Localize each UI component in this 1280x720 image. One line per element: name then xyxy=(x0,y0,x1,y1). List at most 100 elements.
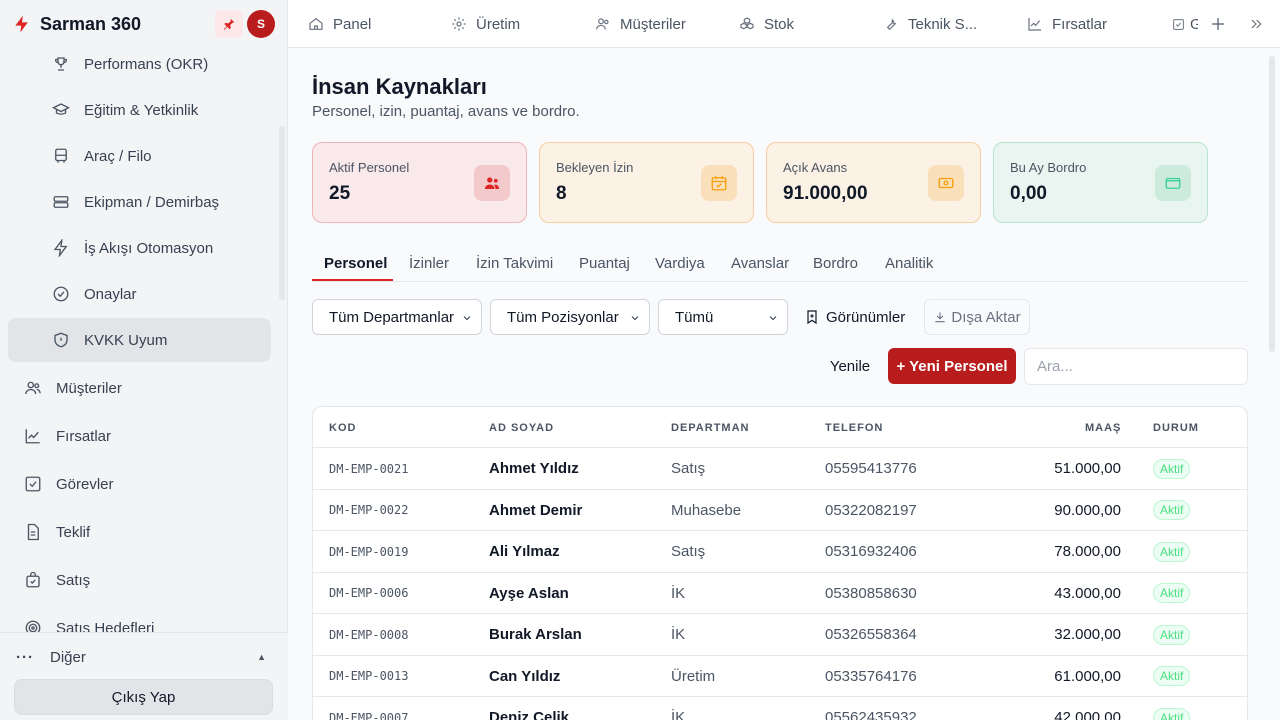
sidebar-item-workflow[interactable]: İş Akışı Otomasyon xyxy=(8,226,271,270)
table-row[interactable]: DM-EMP-0013 Can Yıldız Üretim 05335764176 61… xyxy=(313,656,1247,697)
tab-stock[interactable]: Stok xyxy=(739,0,794,48)
sidebar-item-label: Görevler xyxy=(56,475,114,493)
kpi-label: Aktif Personel xyxy=(329,160,410,175)
tab-tasks[interactable]: G xyxy=(1172,0,1198,48)
views-button[interactable]: Görünümler xyxy=(804,299,905,335)
sidebar-item-sales[interactable]: Satış xyxy=(8,558,271,602)
chevrons-right-icon[interactable] xyxy=(1248,16,1264,32)
kpi-label: Açık Avans xyxy=(783,160,848,175)
table-row[interactable]: DM-EMP-0019 Ali Yılmaz Satış 05316932406 78.… xyxy=(313,531,1247,573)
search-input[interactable] xyxy=(1024,348,1248,385)
kpi-label: Bekleyen İzin xyxy=(556,160,634,175)
pin-button[interactable] xyxy=(215,10,243,38)
export-label: Dışa Aktar xyxy=(951,308,1021,326)
cell-status: Aktif xyxy=(1153,531,1191,572)
tab-timesheet[interactable]: Puantaj xyxy=(579,244,630,282)
column-header-status[interactable]: DURUM xyxy=(1153,407,1199,448)
tab-opportunities[interactable]: Fırsatlar xyxy=(1027,0,1107,48)
tab-leave-calendar[interactable]: İzin Takvimi xyxy=(476,244,553,282)
sidebar-item-label: Ekipman / Demirbaş xyxy=(84,193,220,211)
refresh-button[interactable]: Yenile xyxy=(818,348,882,384)
sidebar-item-tasks[interactable]: Görevler xyxy=(8,462,271,506)
status-badge: Aktif xyxy=(1153,500,1191,520)
cell-department: İK xyxy=(671,709,686,720)
status-badge: Aktif xyxy=(1153,707,1191,720)
tab-advances[interactable]: Avanslar xyxy=(731,244,789,282)
table-row[interactable]: DM-EMP-0022 Ahmet Demir Muhasebe 0532208219… xyxy=(313,490,1247,531)
column-header-code[interactable]: KOD xyxy=(329,407,356,448)
tab-customers[interactable]: Müşteriler xyxy=(595,0,686,48)
cell-phone: 05326558364 xyxy=(825,626,917,643)
main-scrollbar[interactable] xyxy=(1269,56,1275,352)
table-row[interactable]: DM-EMP-0007 Deniz Çelik İK 05562435932 42.00… xyxy=(313,697,1247,720)
sidebar-item-kvkk[interactable]: KVKK Uyum xyxy=(8,318,271,362)
tab-shift[interactable]: Vardiya xyxy=(655,244,705,282)
logout-button[interactable]: Çıkış Yap xyxy=(14,679,273,715)
sidebar-item-opportunities[interactable]: Fırsatlar xyxy=(8,414,271,458)
avatar[interactable]: S xyxy=(247,10,275,38)
kpi-pending-leave: Bekleyen İzin 8 xyxy=(539,142,754,223)
cell-department: Üretim xyxy=(671,667,716,685)
add-tab-icon[interactable] xyxy=(1208,14,1228,34)
cell-department: Satış xyxy=(671,460,706,477)
cell-phone: 05595413776 xyxy=(825,460,917,477)
personnel-table: KOD AD SOYAD DEPARTMAN TELEFON MAAŞ DURU… xyxy=(312,406,1248,720)
kpi-icon-box xyxy=(701,165,737,201)
column-header-salary[interactable]: MAAŞ xyxy=(1085,407,1121,448)
sidebar-scrollbar[interactable] xyxy=(279,126,285,300)
table-row[interactable]: DM-EMP-0021 Ahmet Yıldız Satış 05595413776 5… xyxy=(313,448,1247,490)
chevron-down-icon xyxy=(463,316,471,321)
tab-leaves[interactable]: İzinler xyxy=(409,244,449,282)
sidebar-item-training[interactable]: Eğitim & Yetkinlik xyxy=(8,88,271,132)
table-row[interactable]: DM-EMP-0008 Burak Arslan İK 05326558364 32.0… xyxy=(313,614,1247,656)
views-label: Görünümler xyxy=(826,308,906,326)
kpi-payroll-this-month: Bu Ay Bordro 0,00 xyxy=(993,142,1208,223)
sidebar-item-performance[interactable]: Performans (OKR) xyxy=(8,48,271,86)
cell-phone: 05380858630 xyxy=(825,584,917,602)
tab-technical-service[interactable]: Teknik S... xyxy=(883,0,993,48)
sidebar-item-label: Araç / Filo xyxy=(84,147,152,165)
cell-status: Aktif xyxy=(1153,614,1191,655)
sidebar-item-label: Satış Hedefleri xyxy=(56,619,155,633)
cell-salary: 43.000,00 xyxy=(1054,584,1121,602)
column-header-name[interactable]: AD SOYAD xyxy=(489,407,554,448)
checkbox-icon xyxy=(1173,18,1184,30)
department-select[interactable]: Tüm Departmanlar xyxy=(312,299,482,335)
cell-salary: 61.000,00 xyxy=(1054,667,1121,685)
tab-payroll[interactable]: Bordro xyxy=(813,244,858,282)
sidebar-item-label: Onaylar xyxy=(84,285,137,303)
cell-name: Burak Arslan xyxy=(489,626,582,643)
tab-panel[interactable]: Panel xyxy=(308,0,371,48)
users-icon xyxy=(484,177,500,189)
cell-salary: 42.000,00 xyxy=(1054,709,1121,720)
sidebar-item-fleet[interactable]: Araç / Filo xyxy=(8,134,271,178)
status-select[interactable]: Tümü xyxy=(658,299,788,335)
page-subtitle: Personel, izin, puantaj, avans ve bordro… xyxy=(312,103,580,120)
bus-icon xyxy=(55,148,67,163)
other-menu-label: Diğer xyxy=(50,648,86,666)
tab-analytics[interactable]: Analitik xyxy=(885,244,933,282)
export-button[interactable]: Dışa Aktar xyxy=(924,299,1030,335)
tab-production[interactable]: Üretim xyxy=(451,0,520,48)
gear-icon xyxy=(452,17,466,31)
cell-name: Ahmet Demir xyxy=(489,501,583,519)
tab-personnel[interactable]: Personel xyxy=(324,244,387,282)
cell-code: DM-EMP-0019 xyxy=(329,544,409,559)
top-tab-label: Panel xyxy=(333,15,372,33)
other-menu-toggle[interactable]: ··· Diğer ▲ xyxy=(16,643,272,671)
table-row[interactable]: DM-EMP-0006 Ayşe Aslan İK 05380858630 43.000… xyxy=(313,573,1247,614)
sidebar-item-sales-targets[interactable]: Satış Hedefleri xyxy=(8,606,271,632)
sidebar-item-approvals[interactable]: Onaylar xyxy=(8,272,271,316)
sidebar-item-quote[interactable]: Teklif xyxy=(8,510,271,554)
sidebar-item-customers[interactable]: Müşteriler xyxy=(8,366,271,410)
sidebar-item-label: İş Akışı Otomasyon xyxy=(84,239,214,257)
boxes-icon xyxy=(740,17,754,30)
position-select[interactable]: Tüm Pozisyonlar xyxy=(490,299,650,335)
sidebar-item-label: KVKK Uyum xyxy=(84,331,168,349)
new-personnel-button[interactable]: + Yeni Personel xyxy=(888,348,1016,384)
column-header-department[interactable]: DEPARTMAN xyxy=(671,407,749,448)
cell-department: İK xyxy=(671,584,686,602)
column-header-phone[interactable]: TELEFON xyxy=(825,407,883,448)
sidebar-item-equipment[interactable]: Ekipman / Demirbaş xyxy=(8,180,271,224)
top-tab-label: Üretim xyxy=(476,15,521,33)
